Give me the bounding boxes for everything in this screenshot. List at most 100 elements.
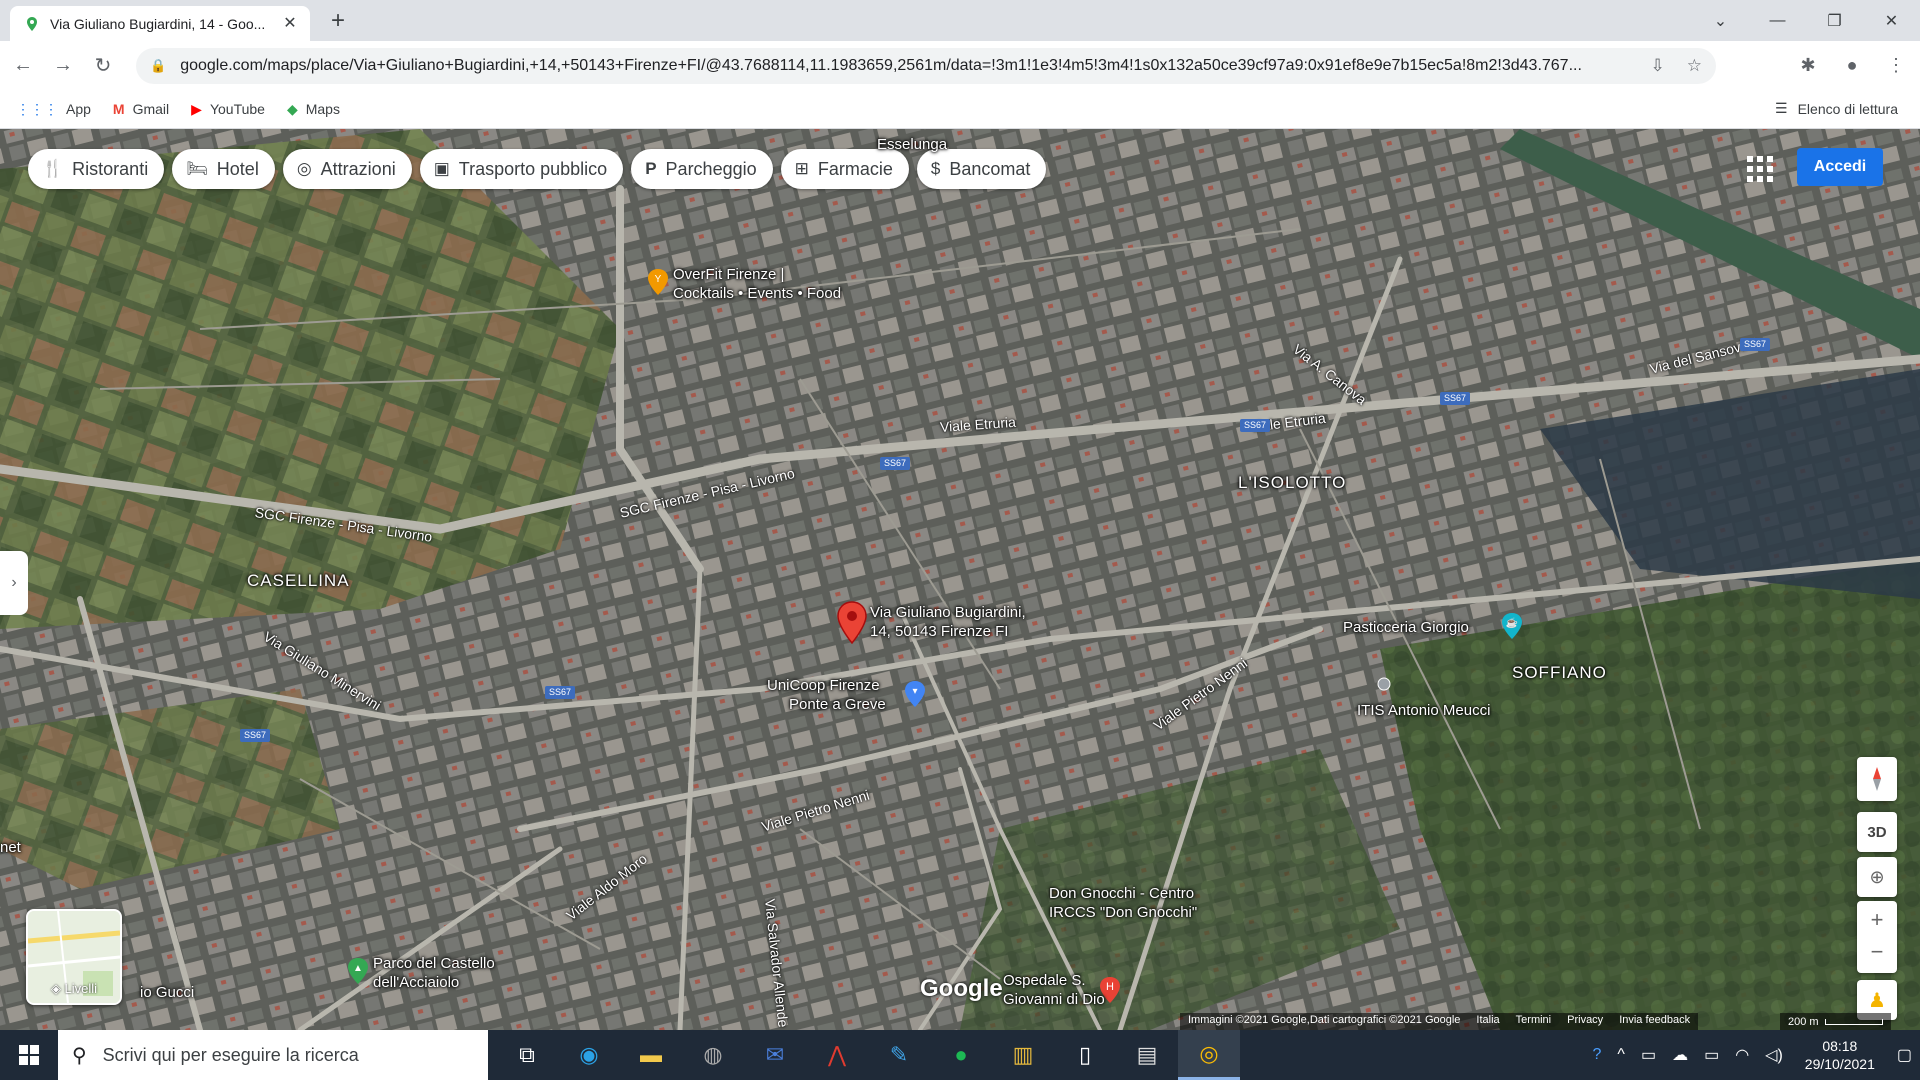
taskbar-search[interactable]: ⚲ Scrivi qui per eseguire la ricerca — [58, 1030, 488, 1080]
feedback-link[interactable]: Invia feedback — [1619, 1014, 1690, 1029]
chip-parking[interactable]: P Parcheggio — [631, 149, 773, 189]
road-shield: SS67 — [1440, 392, 1470, 405]
chip-label: Bancomat — [949, 158, 1031, 179]
bookmark-gmail[interactable]: M Gmail — [113, 101, 169, 117]
scale-ruler — [1824, 1018, 1883, 1025]
poi-overfit[interactable]: Y — [646, 267, 670, 297]
reload-button[interactable]: ↻ — [86, 49, 120, 83]
chip-label: Trasporto pubblico — [458, 158, 608, 179]
poi-esselunga-label: Esselunga — [877, 136, 948, 153]
xmind-icon[interactable]: ✎ — [868, 1030, 930, 1080]
library-icon[interactable]: ▥ — [992, 1030, 1054, 1080]
chip-attractions[interactable]: ◎ Attrazioni — [282, 149, 412, 189]
chip-atm[interactable]: $ Bancomat — [916, 149, 1047, 189]
chip-pharmacies[interactable]: ⊞ Farmacie — [780, 149, 909, 189]
lock-icon[interactable]: 🔒 — [150, 58, 166, 74]
volume-icon[interactable]: ◁) — [1765, 1045, 1783, 1065]
clock[interactable]: 08:18 29/10/2021 — [1805, 1037, 1875, 1073]
compass-control[interactable] — [1857, 757, 1897, 801]
poi-unicoop[interactable]: ▾ — [903, 679, 927, 709]
parking-icon: P — [645, 159, 657, 178]
bookmark-maps[interactable]: ◆ Maps — [287, 101, 340, 118]
notifications-icon[interactable]: ▢ — [1897, 1045, 1912, 1065]
reading-list-label: Elenco di lettura — [1797, 100, 1898, 117]
bookmark-star-icon[interactable]: ☆ — [1687, 56, 1702, 76]
wifi-icon[interactable]: ◠ — [1735, 1045, 1749, 1065]
help-icon[interactable]: ? — [1593, 1046, 1602, 1064]
poi-itis[interactable] — [1372, 669, 1396, 699]
spotify-icon[interactable]: ● — [930, 1030, 992, 1080]
transit-icon: ▣ — [433, 159, 450, 178]
attribution-text: Immagini ©2021 Google,Dati cartografici … — [1188, 1014, 1461, 1026]
poi-dongnocchi-label1: Don Gnocchi - Centro — [1049, 885, 1195, 902]
app-icon[interactable]: ◍ — [682, 1030, 744, 1080]
chevron-up-icon[interactable]: ^ — [1617, 1046, 1625, 1064]
file-explorer-icon[interactable]: ▬ — [620, 1030, 682, 1080]
area-label: CASELLINA — [247, 571, 350, 590]
chip-label: Parcheggio — [665, 158, 757, 179]
chip-label: Ristoranti — [72, 158, 149, 179]
shopping-cart-icon: ▾ — [903, 679, 927, 709]
scale-bar[interactable]: 200 m — [1780, 1013, 1891, 1030]
tab-search-icon[interactable]: ⌄ — [1692, 0, 1749, 41]
road-shield: SS67 — [240, 729, 270, 742]
attribution-bar: Immagini ©2021 Google,Dati cartografici … — [1180, 1013, 1699, 1030]
country-link[interactable]: Italia — [1476, 1014, 1499, 1029]
layers-toggle[interactable]: ◈ Livelli — [26, 909, 122, 1005]
notes-icon[interactable]: ▤ — [1116, 1030, 1178, 1080]
start-button[interactable] — [0, 1030, 58, 1080]
signin-button[interactable]: Accedi — [1797, 148, 1883, 186]
selected-location-pin[interactable] — [836, 601, 868, 645]
mail-icon[interactable]: ✉ — [744, 1030, 806, 1080]
google-apps-icon[interactable] — [1745, 154, 1773, 182]
new-tab-button[interactable]: + — [324, 8, 352, 36]
zoom-in-button[interactable]: + — [1871, 903, 1884, 937]
terms-link[interactable]: Termini — [1516, 1014, 1551, 1029]
3d-button[interactable]: 3D — [1857, 812, 1897, 852]
maximize-button[interactable]: ❐ — [1806, 0, 1863, 41]
cloud-icon[interactable]: ☁ — [1672, 1045, 1688, 1065]
zoom-out-button[interactable]: − — [1871, 937, 1884, 971]
expand-side-panel-button[interactable]: › — [0, 551, 28, 615]
pin-label-line2: 14, 50143 Firenze FI — [870, 623, 1009, 640]
back-button[interactable]: ← — [6, 49, 40, 83]
bookmark-apps[interactable]: ⋮⋮⋮ App — [16, 101, 91, 118]
tab-close-icon[interactable]: ✕ — [280, 14, 300, 34]
document-icon[interactable]: ▯ — [1054, 1030, 1116, 1080]
acrobat-icon[interactable]: ⋀ — [806, 1030, 868, 1080]
browser-tab[interactable]: Via Giuliano Bugiardini, 14 - Goo... ✕ — [10, 6, 310, 41]
extensions-icon[interactable]: ✱ — [1792, 49, 1824, 81]
install-icon[interactable]: ⇩ — [1651, 56, 1665, 76]
poi-pasticceria[interactable]: ☕ — [1500, 611, 1524, 641]
school-icon — [1372, 669, 1396, 699]
reading-list-button[interactable]: ☰ Elenco di lettura — [1775, 100, 1898, 117]
forward-button[interactable]: → — [46, 49, 80, 83]
battery-icon[interactable]: ▭ — [1704, 1045, 1719, 1065]
menu-icon[interactable]: ⋮ — [1880, 49, 1912, 81]
my-location-button[interactable]: ⊕ — [1857, 857, 1897, 897]
minimize-button[interactable]: — — [1749, 0, 1806, 41]
chip-label: Attrazioni — [320, 158, 396, 179]
privacy-link[interactable]: Privacy — [1567, 1014, 1603, 1029]
chrome-icon[interactable]: ◎ — [1178, 1030, 1240, 1080]
task-view-icon[interactable]: ⧉ — [496, 1030, 558, 1080]
chip-hotels[interactable]: 🛏 Hotel — [172, 149, 275, 189]
poi-parco-label2: dell'Acciaiolo — [373, 974, 460, 991]
cafe-icon: ☕ — [1500, 611, 1524, 641]
bookmark-youtube[interactable]: ▶ YouTube — [191, 101, 265, 118]
poi-unicoop-label1: UniCoop Firenze — [767, 677, 880, 694]
meet-icon[interactable]: ▭ — [1641, 1045, 1656, 1065]
close-window-button[interactable]: ✕ — [1863, 0, 1920, 41]
chip-restaurants[interactable]: 🍴 Ristoranti — [28, 149, 165, 189]
area-label: SOFFIANO — [1512, 663, 1607, 682]
hotel-icon: 🛏 — [186, 159, 208, 178]
layers-icon: ◈ — [50, 981, 65, 996]
poi-parco[interactable]: ▲ — [346, 956, 370, 986]
edge-icon[interactable]: ◉ — [558, 1030, 620, 1080]
address-bar[interactable]: 🔒 google.com/maps/place/Via+Giuliano+Bug… — [136, 48, 1716, 84]
profile-icon[interactable]: ● — [1836, 49, 1868, 81]
chip-transit[interactable]: ▣ Trasporto pubblico — [419, 149, 624, 189]
windows-logo-icon — [19, 1045, 39, 1065]
map-canvas[interactable]: 🍴 Ristoranti 🛏 Hotel ◎ Attrazioni ▣ Tras… — [0, 129, 1920, 1030]
url-text[interactable]: google.com/maps/place/Via+Giuliano+Bugia… — [180, 57, 1636, 75]
